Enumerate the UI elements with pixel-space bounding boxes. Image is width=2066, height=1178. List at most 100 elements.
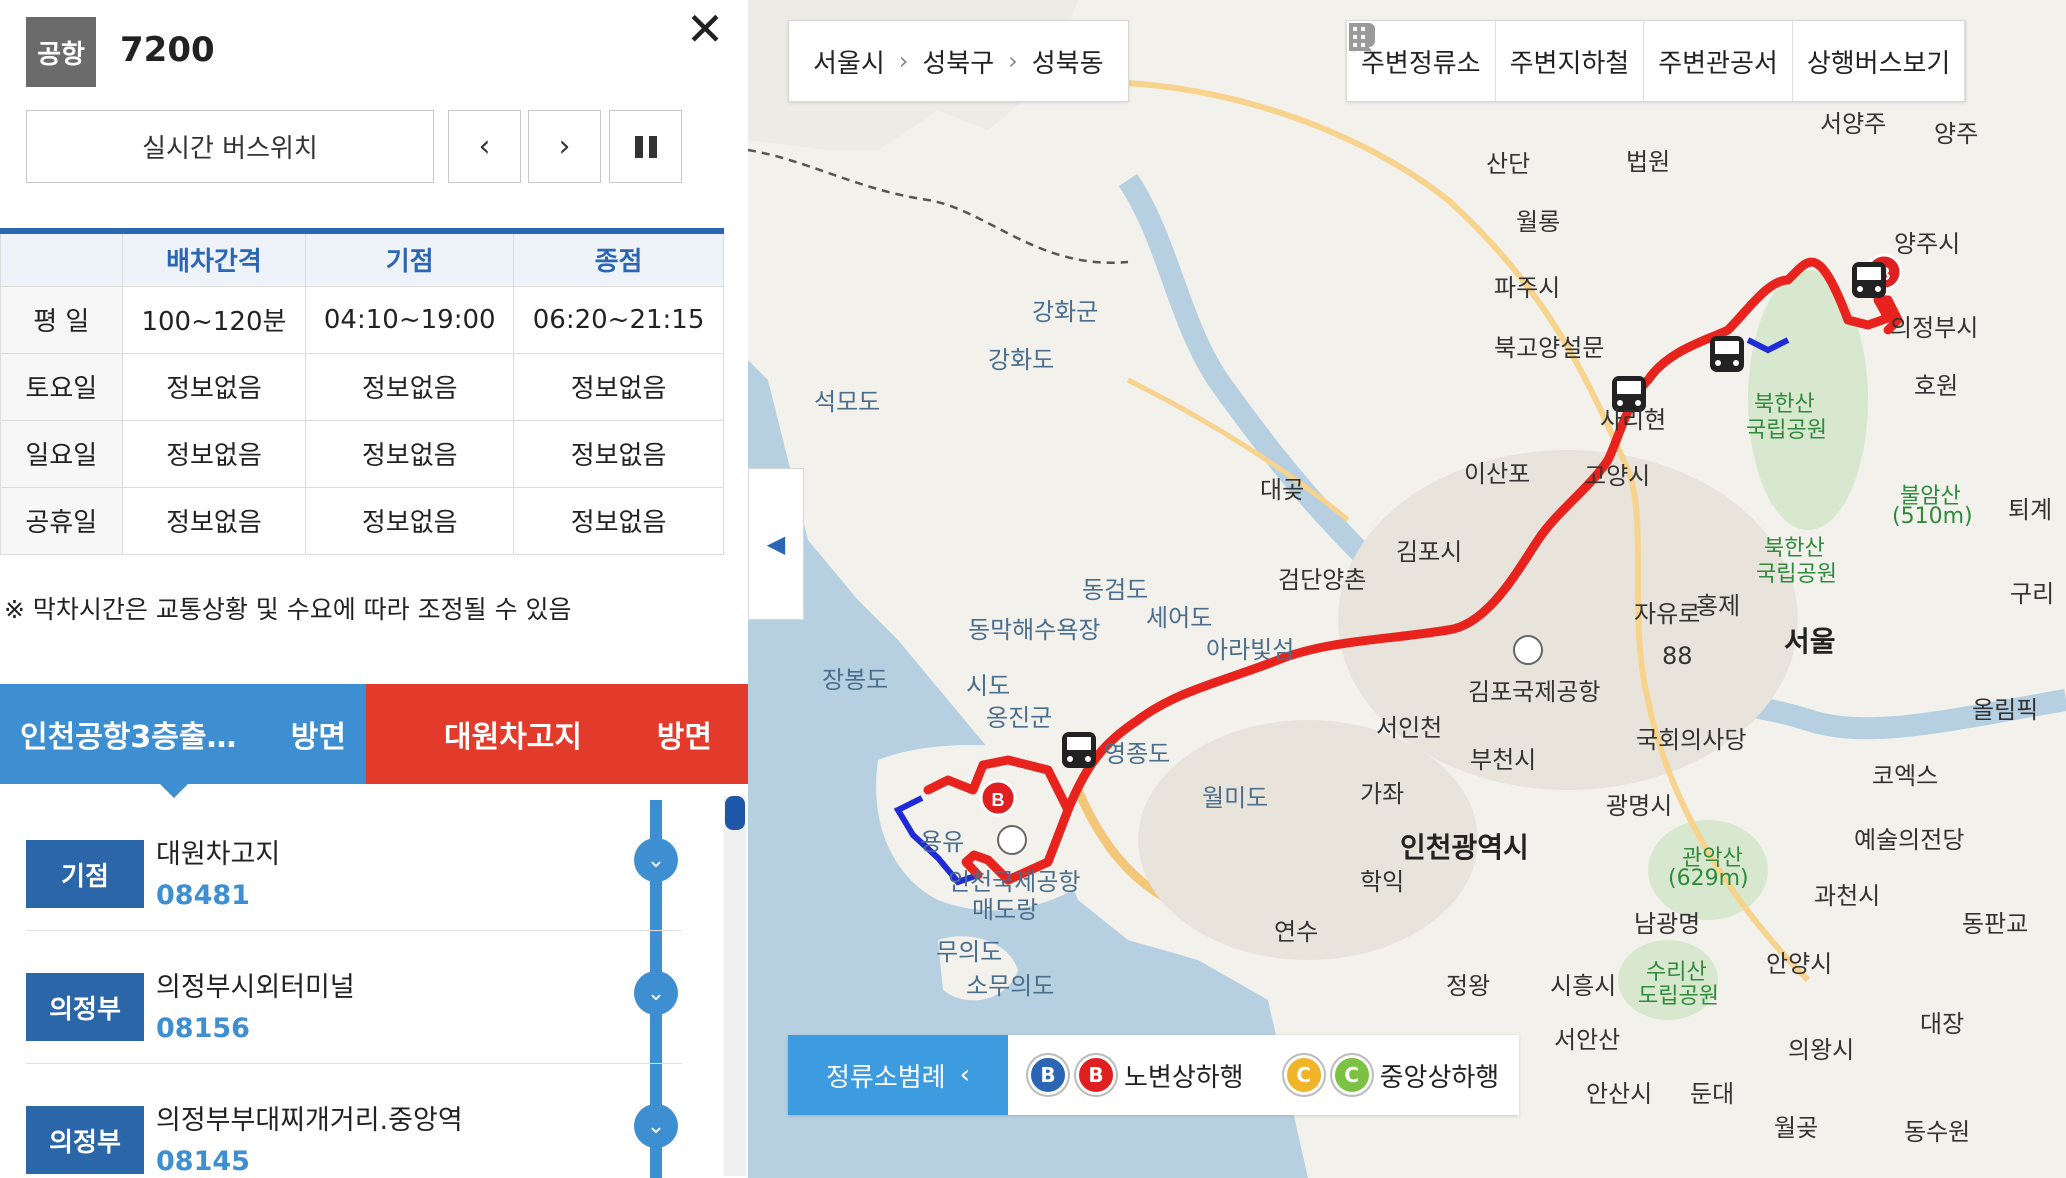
airport-icon bbox=[997, 825, 1027, 855]
tool-label: 주변지하철 bbox=[1509, 48, 1630, 79]
place-label: 이산포 bbox=[1464, 460, 1531, 488]
place-label: 동판교 bbox=[1962, 910, 2029, 938]
bus-icon bbox=[1710, 336, 1744, 372]
schedule-first: 04:10~19:00 bbox=[305, 285, 515, 354]
stop-item[interactable]: 의정부 의정부부대찌개거리.중앙역 08145 bbox=[26, 1064, 682, 1178]
schedule-first: 정보없음 bbox=[305, 352, 515, 421]
breadcrumb: 서울시 › 성북구 › 성북동 bbox=[788, 20, 1129, 102]
schedule-table: 배차간격 기점 종점 평 일 100~120분 04:10~19:00 06:2… bbox=[0, 228, 724, 555]
place-label: 김포국제공항 bbox=[1468, 678, 1601, 706]
breadcrumb-item[interactable]: 성북구 bbox=[922, 43, 994, 80]
schedule-first: 정보없음 bbox=[305, 486, 515, 555]
place-label: 남광명 bbox=[1634, 910, 1701, 938]
nearby-public-office-button[interactable]: 주변관공서 bbox=[1349, 21, 1793, 101]
route-type-badge: 공항 bbox=[26, 17, 96, 87]
scrollbar-thumb[interactable] bbox=[725, 796, 745, 830]
place-label: 아라빛섬 bbox=[1206, 636, 1295, 664]
schedule-interval: 정보없음 bbox=[121, 486, 307, 555]
mountain-label: 국립공원 bbox=[1746, 418, 1827, 443]
place-label: 파주시 bbox=[1494, 274, 1561, 302]
next-button[interactable]: › bbox=[528, 110, 601, 183]
schedule-last: 정보없음 bbox=[513, 352, 724, 421]
place-label: 동막해수욕장 bbox=[968, 616, 1101, 644]
stop-id: 08481 bbox=[156, 880, 250, 911]
median-stop-yellow-icon: C bbox=[1283, 1055, 1324, 1095]
place-label: 호원 bbox=[1914, 372, 1959, 400]
pause-icon bbox=[634, 135, 657, 158]
breadcrumb-item[interactable]: 서울시 bbox=[813, 43, 885, 80]
place-label: 산단 bbox=[1486, 150, 1531, 178]
nearby-subway-button[interactable]: 주변지하철 bbox=[1351, 21, 1645, 101]
schedule-row: 일요일 정보없음 정보없음 정보없음 bbox=[0, 419, 724, 488]
previous-button[interactable]: ‹ bbox=[448, 110, 521, 183]
place-label: 장봉도 bbox=[822, 666, 889, 694]
direction-tab-depot[interactable]: 대원차고지 방면 bbox=[366, 684, 748, 784]
active-direction-pointer bbox=[160, 784, 188, 798]
stop-item[interactable]: 의정부 의정부시외터미널 08156 bbox=[26, 931, 682, 1064]
collapse-panel-button[interactable]: ◀ bbox=[748, 468, 804, 620]
schedule-day: 일요일 bbox=[0, 419, 123, 488]
bus-icon bbox=[1062, 732, 1096, 768]
pause-button[interactable] bbox=[609, 110, 682, 183]
show-upbound-bus-button[interactable]: 상행버스보기 bbox=[1793, 21, 1966, 101]
schedule-header-last: 종점 bbox=[513, 230, 724, 287]
stop-list-scrollbar[interactable] bbox=[724, 796, 746, 1176]
stop-name: 의정부부대찌개거리.중앙역 bbox=[156, 1105, 463, 1136]
stop-legend: 정류소범례 ‹ B B 노변상하행 C C 중앙상하행 bbox=[788, 1035, 1520, 1115]
place-label: 의정부시 bbox=[1890, 314, 1979, 342]
place-label: 사리현 bbox=[1600, 406, 1667, 434]
place-label: 서안산 bbox=[1554, 1026, 1621, 1054]
place-label: 홍제 bbox=[1696, 592, 1741, 620]
legend-button-label: 정류소범례 bbox=[825, 1062, 946, 1093]
roadside-stop-red-icon: B bbox=[1076, 1055, 1116, 1095]
place-label: 안양시 bbox=[1766, 950, 1833, 978]
place-label: 검단양촌 bbox=[1278, 566, 1367, 594]
stop-legend-toggle-button[interactable]: 정류소범례 ‹ bbox=[788, 1035, 1008, 1115]
mountain-label: (629m) bbox=[1668, 866, 1749, 891]
place-label: 정왕 bbox=[1446, 972, 1491, 1000]
mountain-label: (510m) bbox=[1892, 504, 1973, 529]
place-label: 석모도 bbox=[814, 388, 881, 416]
direction-suffix: 방면 bbox=[290, 720, 346, 755]
chevron-down-icon[interactable]: ⌄ bbox=[634, 1104, 678, 1148]
place-label: 시흥시 bbox=[1550, 972, 1617, 1000]
breadcrumb-item[interactable]: 성북동 bbox=[1032, 43, 1104, 80]
stop-id: 08145 bbox=[156, 1146, 250, 1177]
place-label: 월미도 bbox=[1202, 784, 1269, 812]
caret-left-icon: ◀ bbox=[766, 530, 786, 558]
stop-tag: 의정부 bbox=[26, 973, 144, 1041]
place-label: 예술의전당 bbox=[1854, 826, 1965, 854]
chevron-down-icon[interactable]: ⌄ bbox=[634, 838, 678, 882]
direction-tab-airport[interactable]: 인천공항3층출… 방면 bbox=[0, 684, 366, 784]
stop-item[interactable]: 기점 대원차고지 08481 bbox=[26, 798, 682, 931]
chevron-down-icon[interactable]: ⌄ bbox=[634, 971, 678, 1015]
place-label: 강화군 bbox=[1032, 298, 1099, 326]
tool-label: 주변정류소 bbox=[1361, 48, 1481, 79]
realtime-bus-location-button[interactable]: 실시간 버스위치 bbox=[26, 110, 434, 183]
place-label: 부천시 bbox=[1470, 746, 1537, 774]
place-label: 학익 bbox=[1360, 868, 1405, 896]
place-label: 코엑스 bbox=[1872, 762, 1939, 790]
legend-label: 노변상하행 bbox=[1124, 1062, 1244, 1093]
stop-tag: 기점 bbox=[26, 840, 144, 908]
place-label: 대장 bbox=[1920, 1010, 1965, 1038]
place-label: 월롱 bbox=[1516, 208, 1561, 236]
stop-name: 대원차고지 bbox=[156, 839, 281, 870]
place-label: 대곶 bbox=[1260, 476, 1305, 504]
chevron-right-icon: › bbox=[1008, 47, 1018, 75]
schedule-last: 정보없음 bbox=[513, 419, 724, 488]
chevron-left-icon: ‹ bbox=[959, 1060, 970, 1090]
chevron-right-icon: › bbox=[898, 47, 909, 75]
route-map[interactable]: B B 서울 인천광역시 강화군 강화도 석모도 동검도 동막해수욕장 시도 장… bbox=[748, 0, 2066, 1178]
schedule-last: 정보없음 bbox=[513, 486, 724, 555]
map-toolbar: 주변정류소 주변지하철 주변관공서 상행버스보기 bbox=[1346, 20, 1967, 102]
schedule-last: 06:20~21:15 bbox=[513, 285, 724, 354]
stop-id: 08156 bbox=[156, 1013, 250, 1044]
route-info-panel: 공항 7200 ✕ 실시간 버스위치 ‹ › 배차간격 기점 종점 평 일 10… bbox=[0, 0, 748, 1178]
legend-item-roadside: B B 노변상하행 bbox=[1008, 1055, 1264, 1095]
place-label: 퇴계 bbox=[2008, 496, 2053, 524]
close-icon[interactable]: ✕ bbox=[680, 2, 730, 56]
place-label-incheon: 인천광역시 bbox=[1400, 831, 1529, 864]
map-canvas: B B bbox=[748, 0, 2066, 1178]
mountain-label: 국립공원 bbox=[1756, 562, 1837, 587]
